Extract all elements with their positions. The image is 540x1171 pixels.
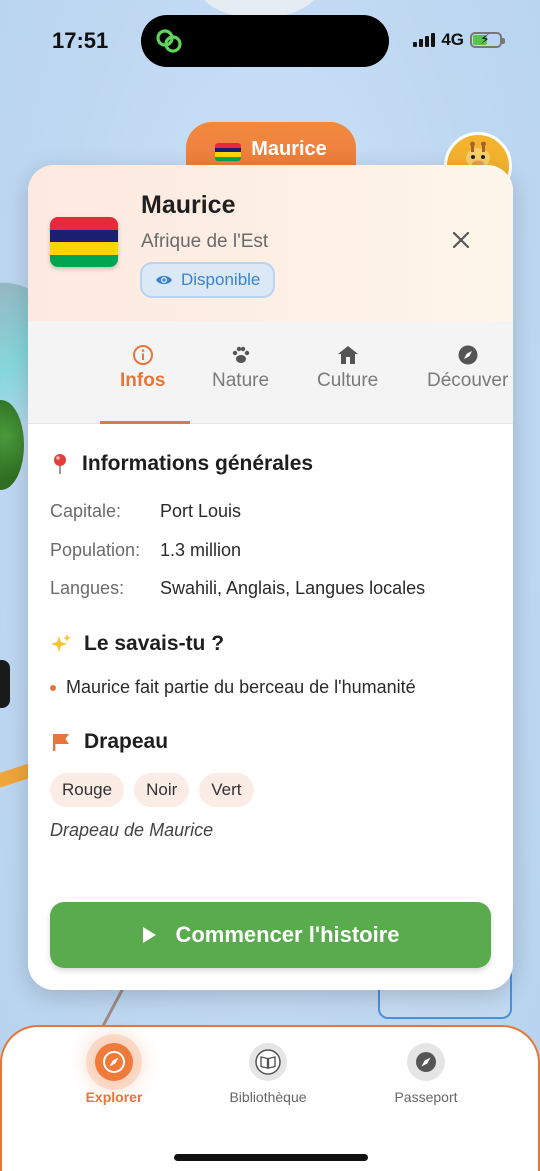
eye-icon: [156, 275, 172, 285]
nav-bibliotheque-label: Bibliothèque: [229, 1089, 307, 1105]
tab-culture-label: Culture: [317, 370, 379, 391]
compass-icon: [407, 1043, 445, 1081]
network-label: 4G: [441, 30, 464, 49]
start-story-button[interactable]: Commencer l'histoire: [50, 902, 491, 968]
bottom-nav: Explorer Bibliothèque Passeport: [0, 1025, 540, 1171]
map-landmark: [0, 660, 10, 708]
nav-explorer-label: Explorer: [85, 1089, 143, 1105]
signal-icon: [413, 33, 436, 47]
tab-bar: Infos Nature Culture Découver: [28, 321, 513, 424]
color-chip: Vert: [199, 773, 254, 807]
battery-icon: ⚡: [470, 31, 505, 48]
bullet-dot: [50, 684, 56, 691]
tab-decouverte[interactable]: Découver: [427, 321, 508, 424]
tab-infos-label: Infos: [120, 370, 166, 391]
sparkles-icon: [51, 634, 71, 652]
info-value: 1.3 million: [160, 540, 242, 560]
color-chip: Noir: [134, 773, 190, 807]
info-row-capital: Capitale: Port Louis: [50, 501, 241, 522]
flag-icon: [53, 734, 69, 751]
info-label: Population:: [50, 540, 141, 560]
paw-icon: [229, 343, 253, 367]
fact-text: Maurice fait partie du berceau de l'huma…: [66, 677, 416, 697]
active-tab-indicator: [100, 421, 190, 424]
info-label: Capitale:: [50, 501, 122, 521]
book-icon: [249, 1043, 287, 1081]
status-indicators: 4G ⚡: [413, 30, 505, 50]
home-indicator[interactable]: [174, 1154, 368, 1161]
info-label: Langues:: [50, 578, 125, 598]
info-row-population: Population: 1.3 million: [50, 540, 241, 561]
mauritius-flag-icon: [215, 143, 242, 161]
status-bar: 17:51 4G ⚡: [0, 0, 540, 80]
close-icon: [452, 231, 470, 249]
fact-section-title: Le savais-tu ?: [50, 632, 224, 656]
card-header: Maurice Afrique de l'Est Disponible: [28, 165, 513, 321]
info-icon: [131, 343, 155, 367]
tab-infos[interactable]: Infos: [120, 321, 165, 424]
fact-item: Maurice fait partie du berceau de l'huma…: [50, 677, 416, 698]
compass-icon: [456, 343, 480, 367]
color-chip: Rouge: [50, 773, 125, 807]
close-button[interactable]: [449, 228, 473, 252]
country-card: Maurice Afrique de l'Est Disponible Info…: [28, 165, 513, 990]
country-region: Afrique de l'Est: [141, 231, 269, 252]
flag-color-chips: Rouge Noir Vert: [50, 773, 254, 807]
country-title: Maurice: [141, 191, 236, 219]
tab-nature[interactable]: Nature: [212, 321, 269, 424]
tab-decouverte-label: Découver: [427, 370, 509, 391]
status-time: 17:51: [52, 28, 109, 53]
availability-badge: Disponible: [140, 262, 276, 298]
info-value: Port Louis: [160, 501, 242, 521]
tab-culture[interactable]: Culture: [317, 321, 378, 424]
flag-title: Drapeau: [84, 730, 169, 753]
nav-bibliotheque[interactable]: Bibliothèque: [198, 1043, 338, 1105]
info-value: Swahili, Anglais, Langues locales: [160, 578, 426, 598]
info-row-languages: Langues: Swahili, Anglais, Langues locale…: [50, 578, 425, 599]
nav-explorer[interactable]: Explorer: [44, 1043, 184, 1105]
general-info-section-title: Informations générales: [50, 452, 313, 476]
availability-label: Disponible: [181, 270, 261, 289]
flag-caption: Drapeau de Maurice: [50, 820, 214, 840]
house-icon: [336, 343, 360, 367]
mauritius-flag-icon: [50, 217, 118, 267]
dynamic-island: [141, 15, 389, 67]
country-pill-label: Maurice: [251, 138, 327, 160]
nav-passeport[interactable]: Passeport: [356, 1043, 496, 1105]
chain-link-icon: [156, 29, 182, 53]
general-info-title: Informations générales: [82, 452, 314, 475]
play-icon: [143, 927, 157, 943]
flag-section-title: Drapeau: [50, 730, 168, 754]
nav-passeport-label: Passeport: [394, 1089, 458, 1105]
fact-title: Le savais-tu ?: [84, 632, 225, 655]
map-pin-icon: [54, 454, 66, 474]
start-story-label: Commencer l'histoire: [175, 922, 400, 947]
compass-icon: [95, 1043, 133, 1081]
tab-nature-label: Nature: [212, 370, 270, 391]
